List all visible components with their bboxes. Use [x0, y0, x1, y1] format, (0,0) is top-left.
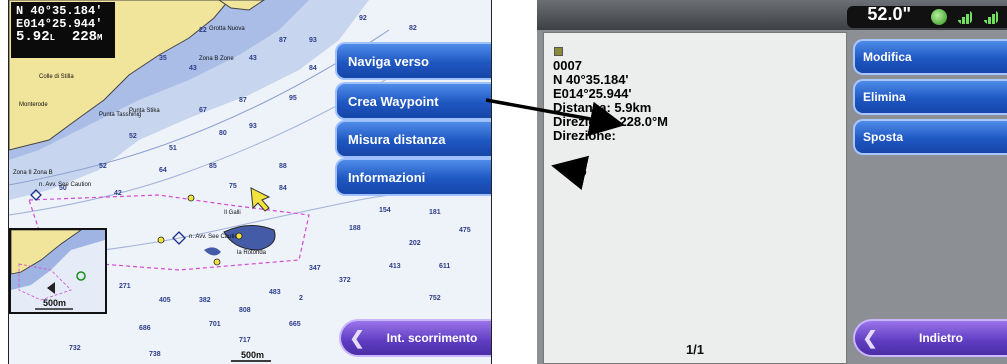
information-button[interactable]: Informazioni: [335, 158, 491, 196]
svg-text:75: 75: [229, 183, 237, 190]
svg-text:382: 382: [199, 297, 211, 304]
measure-distance-button[interactable]: Misura distanza: [335, 120, 491, 158]
svg-text:95: 95: [289, 95, 297, 102]
svg-text:Colle di Stilla: Colle di Stilla: [39, 74, 74, 80]
svg-text:Zona II Zona B: Zona II Zona B: [13, 170, 53, 176]
gps-status-icon: [931, 9, 947, 25]
svg-text:88: 88: [279, 163, 287, 170]
svg-text:Grotta Nuova: Grotta Nuova: [209, 26, 245, 32]
svg-text:80: 80: [219, 130, 227, 137]
navigate-to-button[interactable]: Naviga verso: [335, 42, 491, 80]
signal-strength-icon: [958, 11, 972, 24]
navigate-to-label: Naviga verso: [348, 53, 429, 69]
map-scale-label: 500m: [241, 350, 264, 360]
svg-text:52: 52: [99, 163, 107, 170]
svg-text:93: 93: [249, 123, 257, 130]
svg-text:22: 22: [199, 27, 207, 34]
left-arrow-icon: ❮: [862, 327, 878, 348]
page-indicator: 1/1: [685, 342, 705, 357]
svg-text:808: 808: [239, 307, 251, 314]
svg-text:154: 154: [379, 207, 391, 214]
create-waypoint-label: Crea Waypoint: [348, 93, 439, 109]
svg-text:611: 611: [439, 263, 450, 270]
svg-text:87: 87: [239, 97, 247, 104]
svg-text:405: 405: [159, 297, 171, 304]
back-button[interactable]: ❮ Indietro: [853, 319, 1007, 357]
depth-readout: 52.0": [867, 4, 911, 24]
svg-text:738: 738: [149, 351, 161, 358]
waypoint-direction: Direzione: 228.0°M: [553, 114, 669, 129]
svg-text:2: 2: [299, 295, 303, 302]
network-signal-icon: [984, 11, 998, 24]
svg-text:Punta Stika: Punta Stika: [129, 108, 160, 114]
svg-text:Monterode: Monterode: [19, 102, 48, 108]
svg-text:64: 64: [159, 167, 167, 174]
chart-screen: 52518093 52648588 50427584 94154181475 1…: [8, 0, 492, 364]
svg-text:717: 717: [239, 337, 251, 344]
svg-text:188: 188: [349, 225, 361, 232]
svg-text:43: 43: [189, 65, 197, 72]
stop-scrolling-label: Int. scorrimento: [386, 331, 478, 345]
svg-text:271: 271: [119, 283, 131, 290]
svg-text:85: 85: [209, 163, 217, 170]
waypoint-info-panel: 0007 N 40°35.184' E014°25.944' Distanza:…: [543, 32, 847, 364]
svg-text:483: 483: [269, 289, 281, 296]
move-button[interactable]: Sposta: [853, 119, 1007, 155]
svg-text:51: 51: [169, 145, 177, 152]
edit-button[interactable]: Modifica: [853, 39, 1007, 75]
svg-text:Zona B Zone: Zona B Zone: [199, 56, 234, 62]
svg-text:475: 475: [459, 227, 471, 234]
svg-text:732: 732: [69, 345, 81, 352]
overview-inset-map[interactable]: 500m: [9, 228, 107, 314]
status-bar: 52.0": [537, 0, 1007, 30]
svg-text:372: 372: [339, 277, 351, 284]
svg-text:52: 52: [129, 133, 137, 140]
waypoint-review-screen: 52.0" 0007 N 40°35.184' E014°25.944' Dis…: [537, 0, 1007, 364]
inset-scale-label: 500m: [43, 298, 66, 308]
waypoint-longitude: E014°25.944': [553, 86, 632, 101]
svg-text:93: 93: [309, 37, 317, 44]
waypoint-latitude: N 40°35.184': [553, 72, 629, 87]
edit-label: Modifica: [863, 50, 912, 64]
svg-text:42: 42: [114, 190, 122, 197]
waypoint-distance: Distanza: 5.9km: [553, 100, 652, 115]
delete-label: Elimina: [863, 90, 906, 104]
svg-text:67: 67: [199, 107, 207, 114]
stop-scrolling-button[interactable]: ❮ Int. scorrimento: [339, 319, 491, 357]
svg-text:347: 347: [309, 265, 321, 272]
svg-text:35: 35: [159, 55, 167, 62]
waypoint-heading: Direzione:: [553, 128, 616, 143]
svg-text:84: 84: [309, 65, 317, 72]
svg-text:413: 413: [389, 263, 401, 270]
left-arrow-icon: ❮: [349, 327, 365, 348]
position-bearing: 228: [71, 29, 98, 45]
svg-text:202: 202: [409, 240, 421, 247]
svg-text:686: 686: [139, 325, 151, 332]
svg-text:n. Avv. See Caution: n. Avv. See Caution: [189, 234, 241, 240]
move-label: Sposta: [863, 130, 904, 144]
back-label: Indietro: [919, 331, 963, 345]
measure-distance-label: Misura distanza: [348, 131, 446, 147]
position-readout: N 40°35.184' E014°25.944' 5.92L 228M: [11, 2, 115, 58]
svg-text:82: 82: [409, 25, 417, 32]
svg-text:87: 87: [279, 37, 287, 44]
waypoint-name: 0007: [553, 58, 582, 73]
position-distance: 5.92: [16, 29, 50, 45]
bearing-unit: M: [97, 33, 103, 43]
distance-unit: L: [49, 33, 56, 43]
svg-text:92: 92: [359, 15, 367, 22]
svg-text:752: 752: [429, 295, 441, 302]
svg-text:n. Avv. See Caution: n. Avv. See Caution: [39, 182, 91, 188]
create-waypoint-button[interactable]: Crea Waypoint: [335, 82, 491, 120]
waypoint-flag-icon: [554, 47, 563, 56]
svg-text:Il Galli: Il Galli: [224, 210, 241, 216]
svg-text:181: 181: [429, 209, 441, 216]
svg-text:701: 701: [209, 321, 221, 328]
svg-text:84: 84: [279, 185, 287, 192]
svg-text:43: 43: [249, 55, 257, 62]
svg-text:la Rotonda: la Rotonda: [237, 250, 267, 256]
delete-button[interactable]: Elimina: [853, 79, 1007, 115]
information-label: Informazioni: [348, 169, 426, 185]
svg-text:665: 665: [289, 321, 301, 328]
